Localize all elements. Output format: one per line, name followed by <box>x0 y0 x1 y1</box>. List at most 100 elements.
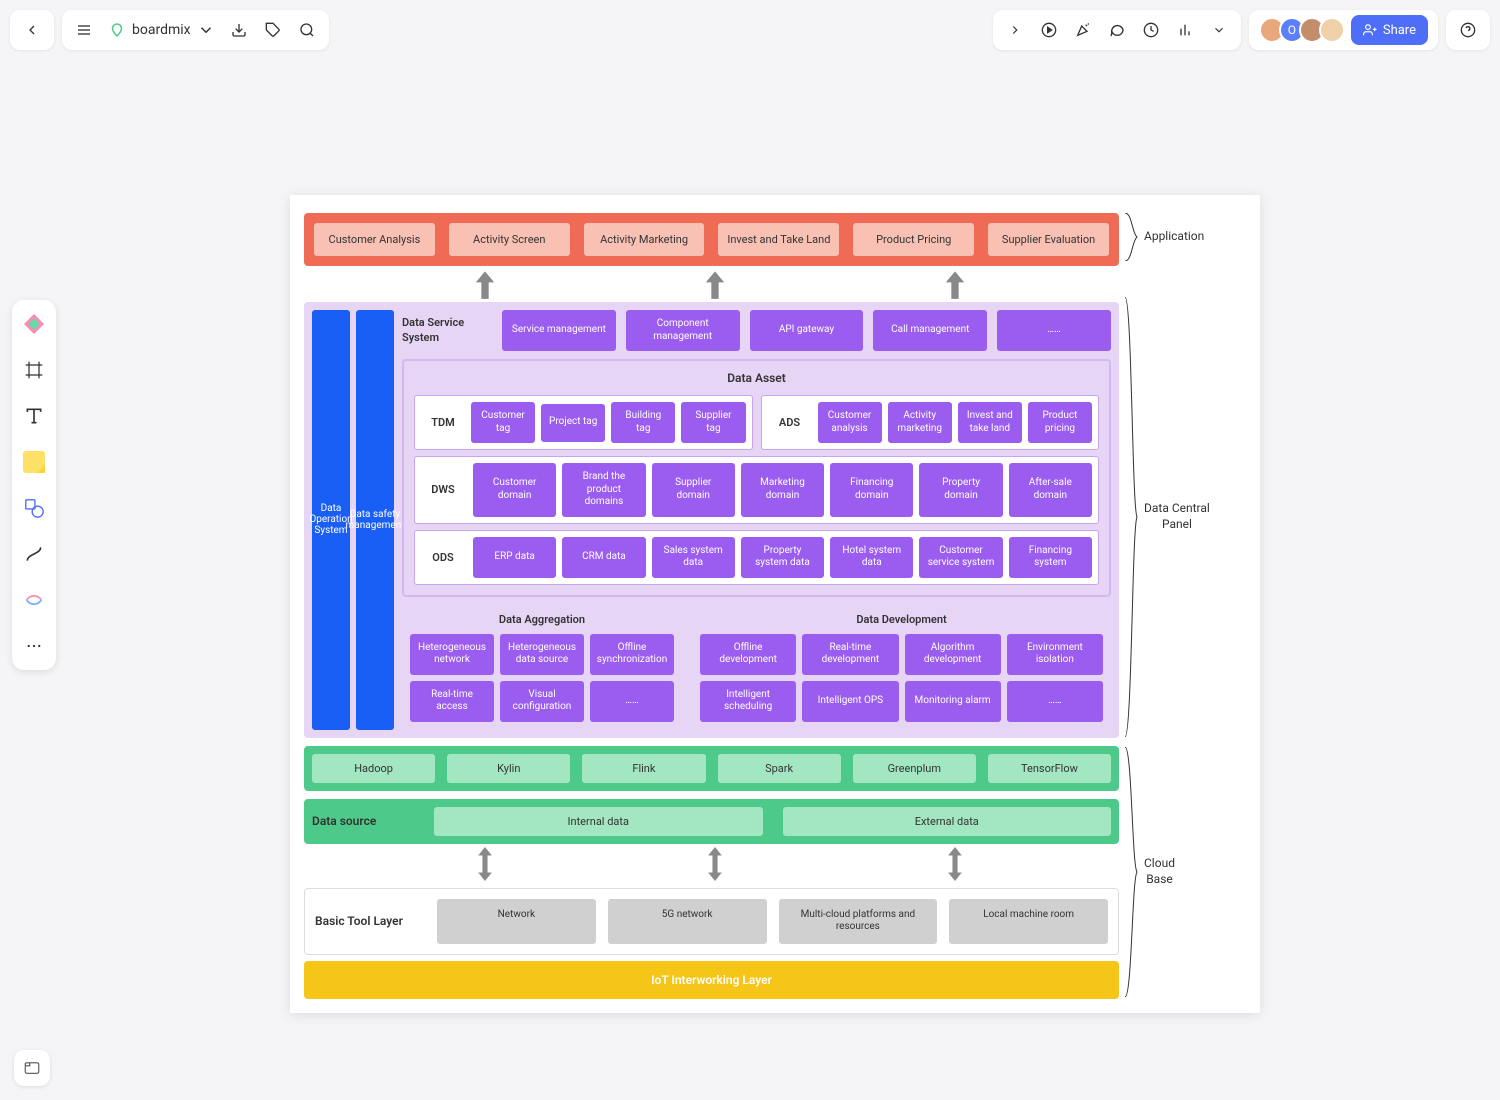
dws-label: DWS <box>421 483 465 496</box>
play-button[interactable] <box>1035 16 1063 44</box>
tdm-label: TDM <box>421 416 465 429</box>
brand-dropdown[interactable]: boardmix <box>104 21 219 39</box>
tech-item: Hadoop <box>312 754 435 783</box>
tool-item: Multi-cloud platforms and resources <box>779 899 938 944</box>
top-toolbar: boardmix <box>10 10 1490 50</box>
text-tool[interactable] <box>20 402 48 430</box>
dws-item: Financing domain <box>830 463 913 517</box>
menu-button[interactable] <box>70 16 98 44</box>
ads-item: Activity marketing <box>888 402 952 443</box>
ods-item: CRM data <box>562 537 645 578</box>
data-development-panel: Data Development Offline development Rea… <box>692 605 1111 730</box>
bracket-dcp: Data Central Panel <box>1144 501 1210 532</box>
chevron-down-icon <box>197 21 215 39</box>
tag-button[interactable] <box>259 16 287 44</box>
bracket-application: Application <box>1144 229 1204 245</box>
connector-tool[interactable] <box>20 540 48 568</box>
dws-item: Brand the product domains <box>562 463 645 517</box>
dss-item: Call management <box>873 310 987 351</box>
tech-item: Spark <box>718 754 841 783</box>
tech-item: Greenplum <box>853 754 976 783</box>
ods-item: Property system data <box>741 537 824 578</box>
pillar-operation: Data Operation System <box>312 310 350 730</box>
app-item: Supplier Evaluation <box>988 223 1109 256</box>
boardmix-logo-icon[interactable] <box>20 310 48 338</box>
development-title: Data Development <box>700 613 1103 626</box>
chart-button[interactable] <box>1171 16 1199 44</box>
tool-item: 5G network <box>608 899 767 944</box>
tdm-item: Building tag <box>611 402 675 443</box>
comment-button[interactable] <box>1103 16 1131 44</box>
dev-item: Offline development <box>700 634 796 675</box>
share-button[interactable]: Share <box>1351 15 1428 45</box>
source-item: Internal data <box>434 807 763 836</box>
dss-item: Component management <box>626 310 740 351</box>
ads-item: Product pricing <box>1028 402 1092 443</box>
data-asset-title: Data Asset <box>414 371 1099 385</box>
ads-item: Customer analysis <box>818 402 882 443</box>
agg-item: Real-time access <box>410 681 494 722</box>
dev-item: Environment isolation <box>1007 634 1103 675</box>
agg-item: Heterogeneous data source <box>500 634 584 675</box>
basic-tool-layer: Basic Tool Layer Network 5G network Mult… <box>304 888 1119 955</box>
aggregation-title: Data Aggregation <box>410 613 674 626</box>
ads-label: ADS <box>768 416 812 429</box>
data-service-system-row: Data Service System Service management C… <box>402 310 1111 351</box>
minimap-button[interactable] <box>14 1050 50 1086</box>
data-source-label: Data source <box>312 814 422 828</box>
data-asset-panel: Data Asset TDM Customer tag Project tag … <box>402 359 1111 597</box>
arrow-row-up <box>304 266 1119 302</box>
help-button[interactable] <box>1454 16 1482 44</box>
more-dropdown[interactable] <box>1205 16 1233 44</box>
ods-item: Financing system <box>1009 537 1092 578</box>
confetti-button[interactable] <box>1069 16 1097 44</box>
brand-label: boardmix <box>132 22 191 38</box>
tool-item: Local machine room <box>949 899 1108 944</box>
app-item: Invest and Take Land <box>718 223 839 256</box>
more-tools[interactable] <box>20 632 48 660</box>
app-item: Activity Marketing <box>584 223 705 256</box>
share-icon <box>1363 23 1377 37</box>
expand-button[interactable] <box>1001 16 1029 44</box>
ods-item: Hotel system data <box>830 537 913 578</box>
search-button[interactable] <box>293 16 321 44</box>
agg-item: …… <box>590 681 674 722</box>
ods-item: Sales system data <box>652 537 735 578</box>
left-toolbar <box>12 300 56 670</box>
basic-tool-label: Basic Tool Layer <box>315 914 425 928</box>
data-aggregation-panel: Data Aggregation Heterogeneous network H… <box>402 605 682 730</box>
mindmap-tool[interactable] <box>20 586 48 614</box>
dws-item: After-sale domain <box>1009 463 1092 517</box>
tech-row: Hadoop Kylin Flink Spark Greenplum Tenso… <box>304 746 1119 791</box>
frame-tool[interactable] <box>20 356 48 384</box>
dss-item: API gateway <box>750 310 864 351</box>
agg-item: Offline synchronization <box>590 634 674 675</box>
ads-item: Invest and take land <box>958 402 1022 443</box>
dws-item: Supplier domain <box>652 463 735 517</box>
tdm-item: Project tag <box>541 404 605 442</box>
sticky-note-tool[interactable] <box>20 448 48 476</box>
dws-item: Property domain <box>919 463 1002 517</box>
dev-item: Real-time development <box>802 634 898 675</box>
ods-label: ODS <box>421 551 465 564</box>
download-button[interactable] <box>225 16 253 44</box>
data-source-row: Data source Internal data External data <box>304 799 1119 844</box>
agg-item: Heterogeneous network <box>410 634 494 675</box>
app-item: Customer Analysis <box>314 223 435 256</box>
dss-item: …… <box>997 310 1111 351</box>
data-central-panel: Data Operation System Data safety manage… <box>304 302 1119 738</box>
collaborator-avatars[interactable]: O <box>1259 17 1345 43</box>
app-item: Product Pricing <box>853 223 974 256</box>
dev-item: …… <box>1007 681 1103 722</box>
shape-tool[interactable] <box>20 494 48 522</box>
back-button[interactable] <box>18 16 46 44</box>
tool-item: Network <box>437 899 596 944</box>
dss-label: Data Service System <box>402 316 492 345</box>
tech-item: Kylin <box>447 754 570 783</box>
history-button[interactable] <box>1137 16 1165 44</box>
diagram-canvas[interactable]: Customer Analysis Activity Screen Activi… <box>290 195 1260 1013</box>
application-layer: Customer Analysis Activity Screen Activi… <box>304 213 1119 266</box>
source-item: External data <box>783 807 1112 836</box>
tdm-item: Customer tag <box>471 402 535 443</box>
dev-item: Monitoring alarm <box>905 681 1001 722</box>
